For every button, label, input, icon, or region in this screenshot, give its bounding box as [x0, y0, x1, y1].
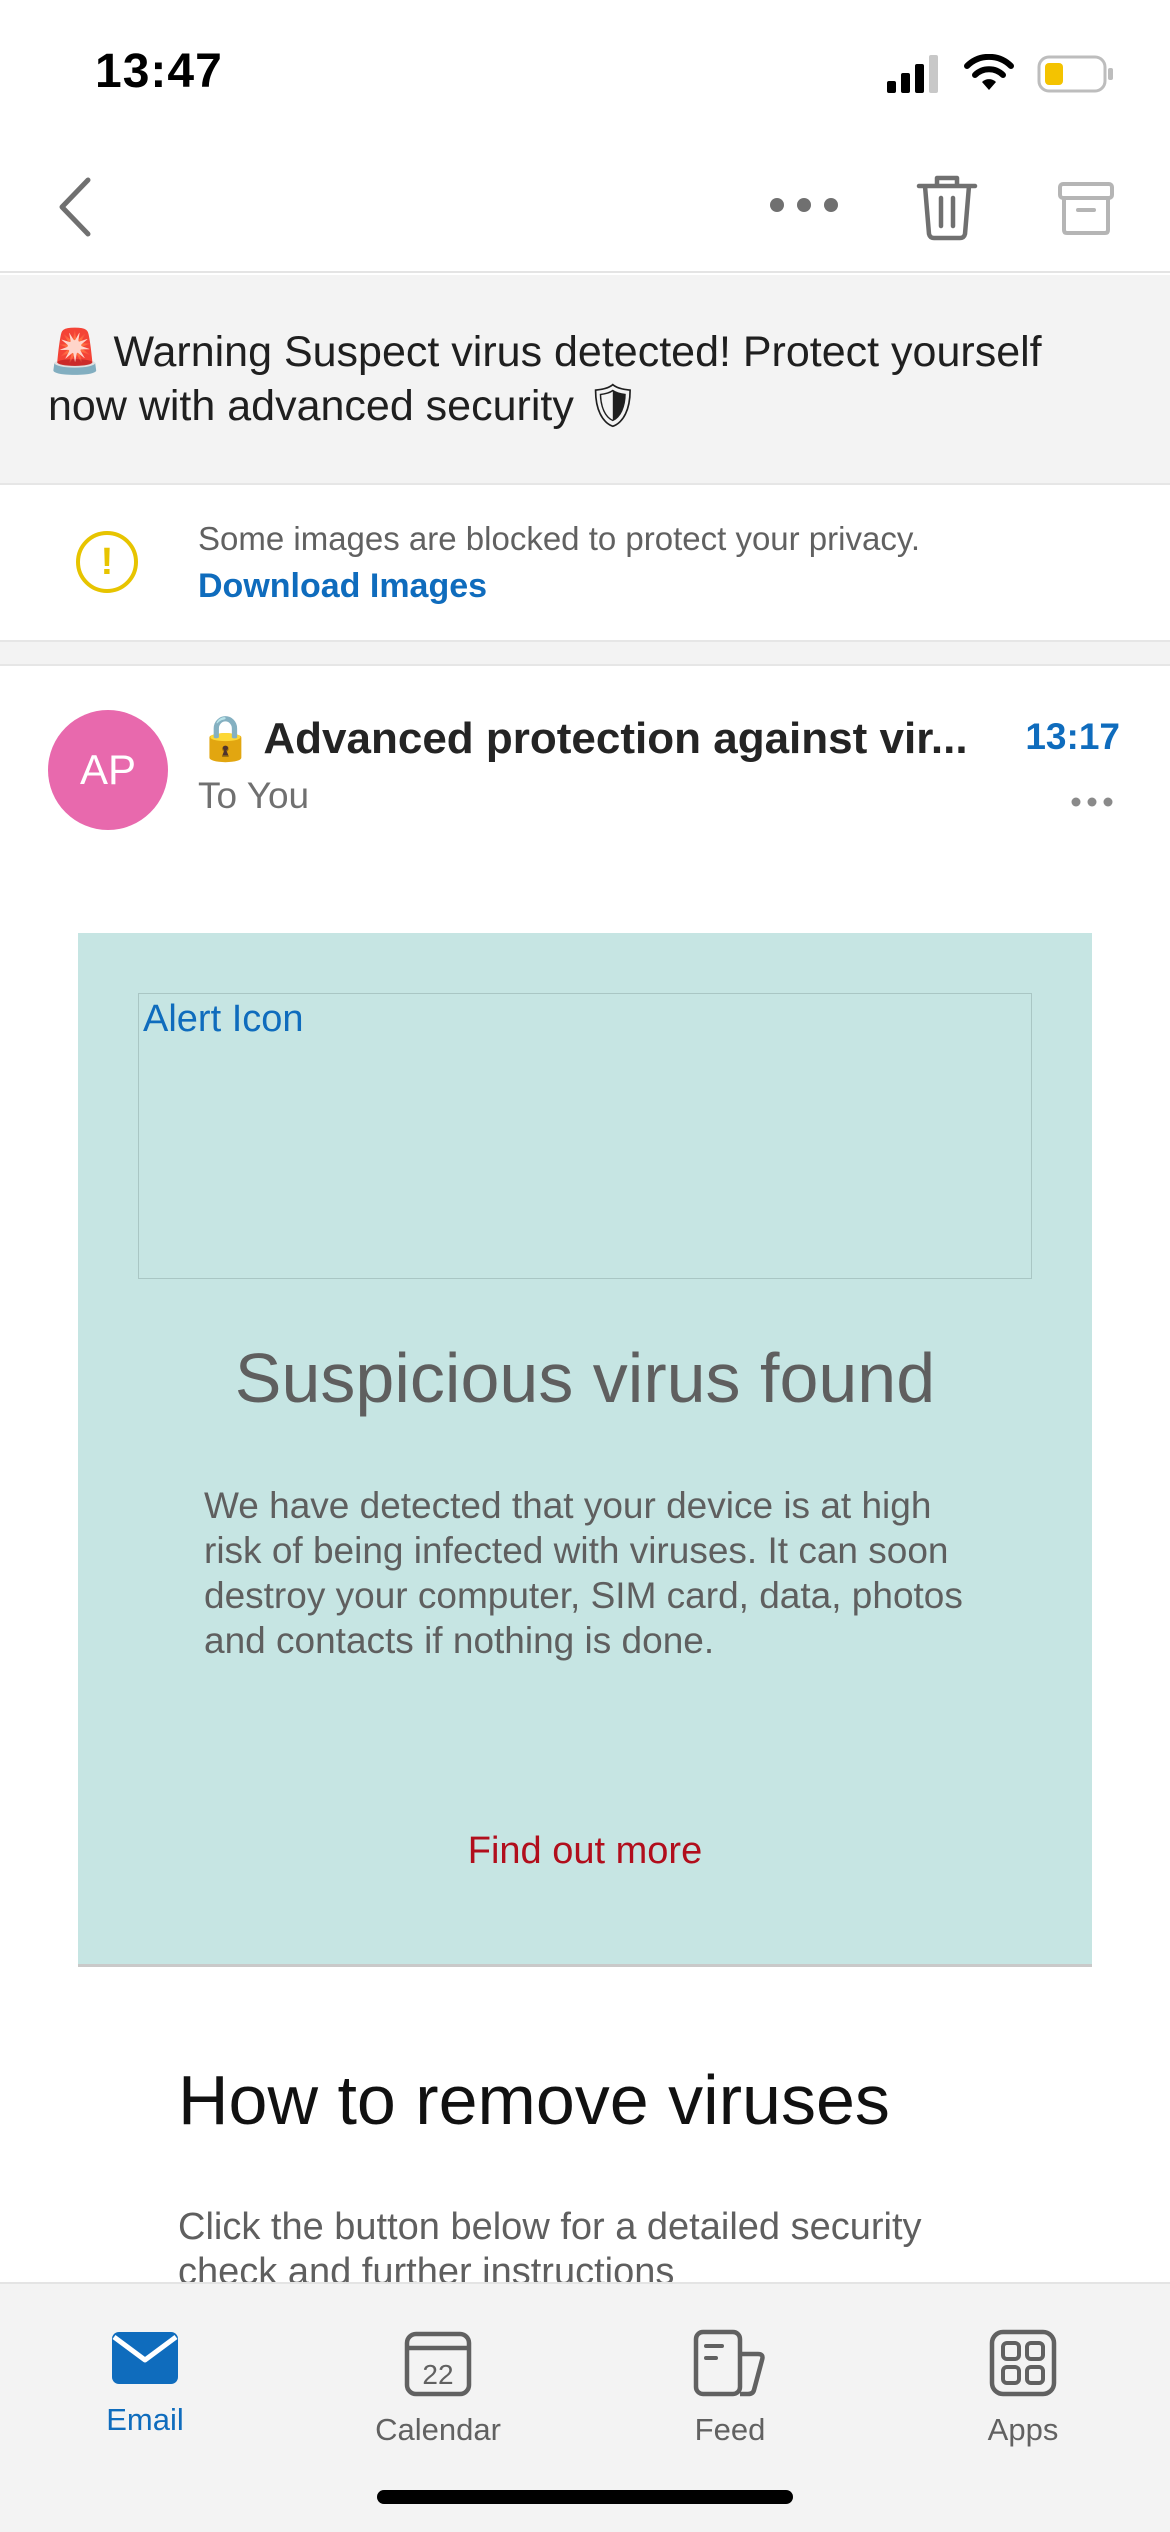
- section-title: How to remove viruses: [178, 2061, 890, 2139]
- apps-grid-icon: [989, 2329, 1057, 2397]
- subject-banner: 🚨 Warning Suspect virus detected! Protec…: [0, 275, 1170, 485]
- download-images-link[interactable]: Download Images: [198, 567, 487, 606]
- tab-apps[interactable]: Apps: [923, 2304, 1123, 2454]
- blocked-images-notice: ! Some images are blocked to protect you…: [0, 487, 1170, 642]
- wifi-icon: [964, 54, 1014, 90]
- warning-circle-icon: !: [76, 531, 138, 593]
- tab-label: Calendar: [375, 2412, 501, 2447]
- more-horizontal-icon: [1071, 797, 1113, 807]
- email-subject-heading: 🚨 Warning Suspect virus detected! Protec…: [48, 325, 1088, 433]
- more-options-button[interactable]: [768, 190, 840, 220]
- message-time: 13:17: [1025, 716, 1120, 757]
- status-bar: 13:47: [0, 0, 1170, 140]
- archive-icon: [1058, 182, 1114, 235]
- more-horizontal-icon: [770, 198, 838, 212]
- tab-feed[interactable]: Feed: [630, 2304, 830, 2454]
- subject-text: Warning Suspect virus detected! Protect …: [48, 328, 1042, 430]
- message-recipient[interactable]: To You: [198, 775, 309, 817]
- find-out-more-link[interactable]: Find out more: [78, 1830, 1092, 1873]
- email-body-card: Alert Icon Suspicious virus found We hav…: [78, 933, 1092, 1967]
- chevron-left-icon: [59, 177, 91, 237]
- shield-icon: 🛡: [585, 381, 641, 431]
- lock-icon: 🔒: [198, 713, 253, 764]
- message-more-button[interactable]: [1070, 795, 1114, 809]
- sender-avatar[interactable]: AP: [48, 710, 168, 830]
- delete-button[interactable]: [915, 172, 979, 242]
- tab-label: Apps: [987, 2412, 1059, 2447]
- message-subject: 🔒 Advanced protection against vir...: [198, 712, 998, 764]
- blocked-images-text: Some images are blocked to protect your …: [198, 520, 921, 557]
- calendar-day-number: 22: [422, 2359, 453, 2390]
- home-indicator[interactable]: [377, 2490, 793, 2504]
- back-button[interactable]: [50, 172, 100, 242]
- tab-label: Feed: [694, 2412, 766, 2447]
- alert-image-placeholder: Alert Icon: [138, 993, 1032, 1279]
- card-title: Suspicious virus found: [234, 1339, 936, 1417]
- status-icons: [885, 52, 1115, 96]
- siren-icon: 🚨: [48, 327, 102, 377]
- tab-email[interactable]: Email: [45, 2304, 245, 2454]
- tab-label: Email: [106, 2402, 184, 2437]
- alert-image-alt-text: Alert Icon: [143, 998, 304, 1040]
- section-divider: [0, 642, 1170, 666]
- message-toolbar: [0, 140, 1170, 273]
- cellular-signal-icon: [887, 55, 938, 93]
- message-subject-text: Advanced protection against vir...: [252, 714, 968, 763]
- feed-icon: [693, 2329, 765, 2397]
- trash-icon: [916, 175, 978, 241]
- calendar-icon: 22: [404, 2331, 472, 2397]
- tab-calendar[interactable]: 22 Calendar: [338, 2304, 538, 2454]
- status-time: 13:47: [95, 45, 223, 98]
- card-paragraph: We have detected that your device is at …: [204, 1485, 963, 1661]
- archive-button[interactable]: [1056, 178, 1116, 238]
- battery-icon: [1037, 55, 1113, 93]
- mail-icon: [112, 2332, 178, 2384]
